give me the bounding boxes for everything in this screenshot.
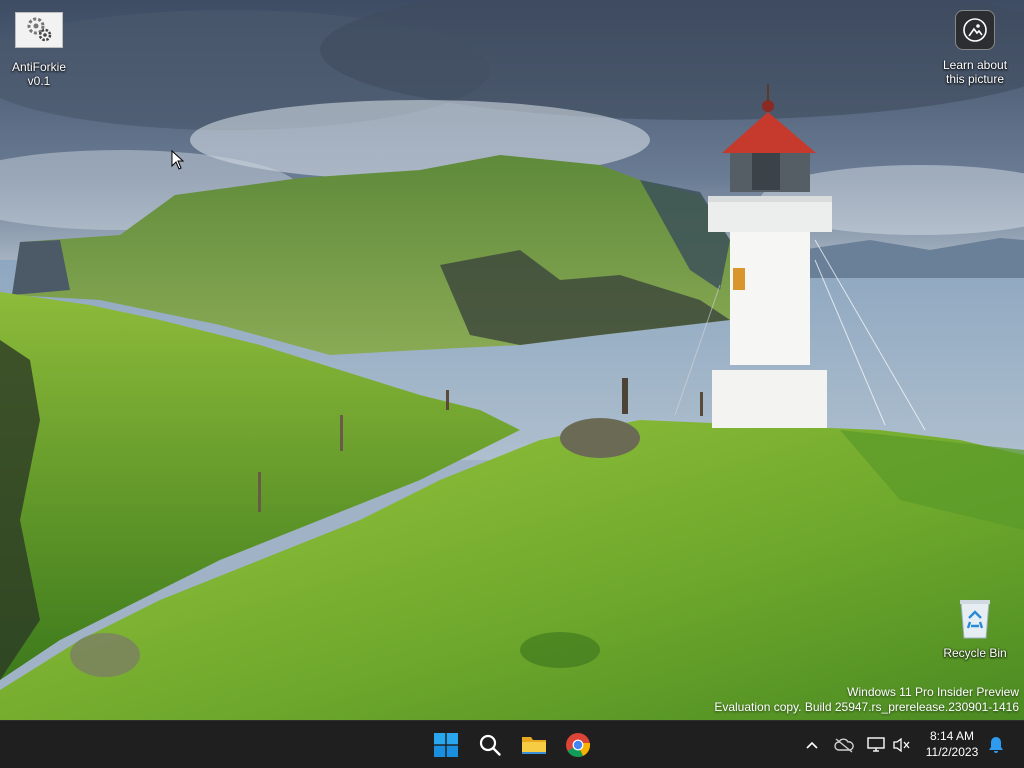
notifications-button[interactable] [985,733,1007,757]
clock-time: 8:14 AM [929,729,975,743]
windows-start-icon [434,733,458,757]
learn-about-label-2: this picture [945,72,1005,86]
recycle-bin-shortcut[interactable]: Recycle Bin [937,598,1013,660]
watermark-edition: Windows 11 Pro Insider Preview [847,685,1019,699]
learn-about-picture-icon [955,10,995,50]
antiforkie-shortcut[interactable]: AntiForkie v0.1 [1,12,77,88]
volume-button[interactable] [891,733,913,757]
search-button[interactable] [470,725,510,765]
desktop-wallpaper [0,0,1024,720]
start-button[interactable] [426,725,466,765]
chrome-button[interactable] [558,725,598,765]
search-icon [479,734,501,756]
chevron-up-icon [806,741,818,749]
antiforkie-label: AntiForkie [11,60,67,74]
bell-icon [989,737,1003,753]
clock-button[interactable]: 8:14 AM 11/2/2023 [918,728,986,760]
clock-date: 11/2/2023 [925,745,979,759]
recycle-bin-label: Recycle Bin [943,646,1007,660]
file-explorer-icon [522,737,546,754]
windows-watermark: Windows 11 Pro Insider Preview Evaluatio… [714,685,1019,715]
watermark-build: Evaluation copy. Build 25947.rs_prerelea… [714,700,1019,714]
taskbar: 8:14 AM 11/2/2023 [0,720,1024,768]
volume-muted-icon [893,737,910,753]
mouse-cursor-icon [171,150,185,170]
onedrive-offline-icon [834,738,854,753]
show-hidden-icons-button[interactable] [801,733,823,757]
chrome-icon [566,733,591,757]
network-icon [867,737,885,752]
learn-about-label-1: Learn about [942,58,1008,72]
onedrive-button[interactable] [833,733,855,757]
recycle-bin-icon [957,598,993,640]
antiforkie-version: v0.1 [27,74,51,88]
learn-about-picture-shortcut[interactable]: Learn about this picture [937,10,1013,86]
file-explorer-button[interactable] [514,725,554,765]
network-button[interactable] [865,733,887,757]
antiforkie-icon [15,12,63,48]
